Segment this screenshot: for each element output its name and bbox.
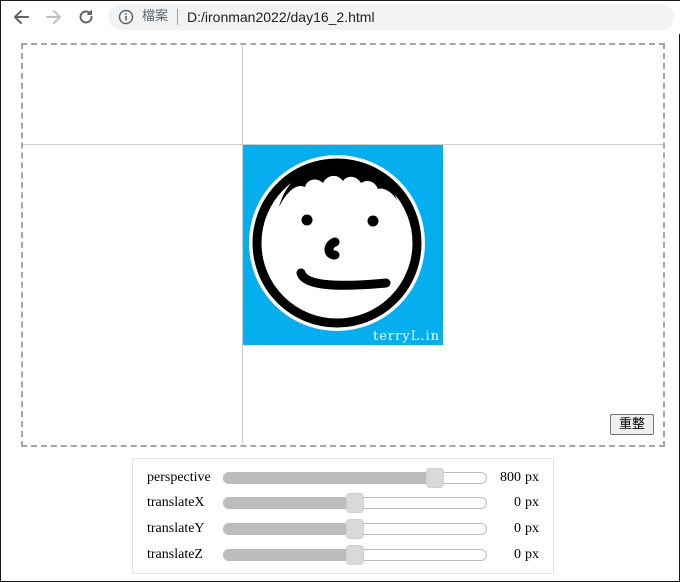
forward-button[interactable] [41,4,67,30]
translatez-label: translateZ [147,547,203,562]
address-bar[interactable]: 檔案 D:/ironman2022/day16_2.html [108,4,674,30]
translatez-slider-fill [223,549,354,561]
perspective-slider[interactable] [223,468,487,488]
translatey-unit: px [525,521,539,536]
perspective-unit: px [525,470,539,485]
perspective-label: perspective [147,470,211,485]
translatez-unit: px [525,547,539,562]
translatex-slider-fill [223,497,354,509]
forward-arrow-icon [46,10,61,24]
omnibox-divider [177,9,178,25]
perspective-control: perspective 800 px [133,466,553,490]
cartoon-face-icon [249,155,425,331]
security-label: 檔案 [142,9,169,24]
translatez-slider[interactable] [223,545,487,565]
back-button[interactable] [8,4,34,30]
translatex-value: 0 [514,495,521,510]
info-icon[interactable] [118,9,134,25]
perspective-slider-thumb[interactable] [426,468,445,488]
back-arrow-icon [14,10,29,24]
control-panel: perspective 800 px translateX 0 px trans… [132,458,554,574]
browser-window: 檔案 D:/ironman2022/day16_2.html terryL.in [0,0,680,582]
avatar-image: terryL.in [243,145,443,345]
reload-button[interactable] [73,4,99,30]
browser-toolbar: 檔案 D:/ironman2022/day16_2.html [1,1,680,34]
translatey-slider-thumb[interactable] [346,519,364,539]
avatar-watermark: terryL.in [373,329,440,344]
perspective-value: 800 [500,470,521,485]
reset-button[interactable]: 重整 [610,414,654,435]
translatey-value: 0 [514,521,521,536]
translatey-control: translateY 0 px [133,517,553,541]
translatex-control: translateX 0 px [133,491,553,515]
translatey-label: translateY [147,521,205,536]
perspective-slider-fill [223,472,435,484]
translatez-slider-thumb[interactable] [346,545,364,565]
translatez-value: 0 [514,547,521,562]
reload-icon [79,10,93,24]
translatey-slider-fill [223,523,354,535]
translatex-label: translateX [147,495,205,510]
translatex-slider-thumb[interactable] [346,493,364,513]
translatey-slider[interactable] [223,519,487,539]
url-text[interactable]: D:/ironman2022/day16_2.html [187,9,375,25]
translatex-slider[interactable] [223,493,487,513]
perspective-stage: terryL.in 重整 [21,43,665,447]
translatez-control: translateZ 0 px [133,543,553,567]
translatex-unit: px [525,495,539,510]
